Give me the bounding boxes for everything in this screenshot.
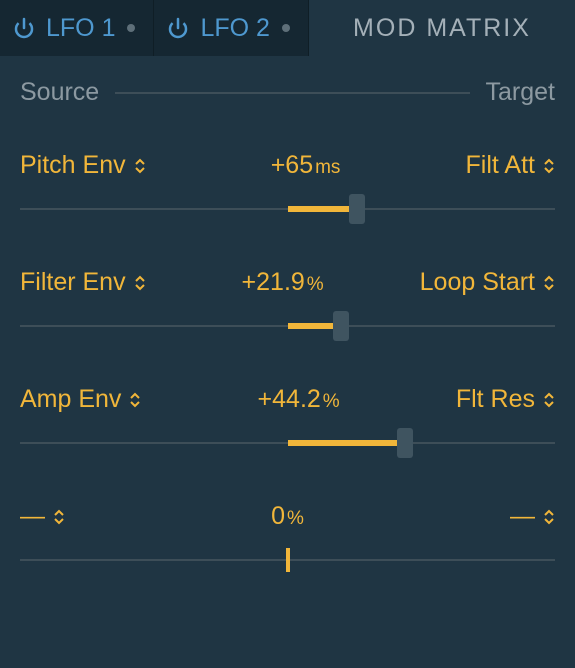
source-select[interactable]: — bbox=[20, 502, 65, 531]
stepper-icon bbox=[543, 392, 555, 408]
source-select[interactable]: Pitch Env bbox=[20, 151, 146, 180]
header-divider-line bbox=[115, 92, 469, 94]
slider-center-tick bbox=[286, 548, 290, 572]
mod-slot-top: Filter Env +21.9% Loop Start bbox=[20, 268, 555, 297]
stepper-icon bbox=[134, 275, 146, 291]
source-select-label: Pitch Env bbox=[20, 151, 126, 180]
amount-unit: ms bbox=[315, 157, 340, 178]
target-select-label: Flt Res bbox=[456, 385, 535, 414]
stepper-icon bbox=[543, 509, 555, 525]
target-select[interactable]: Filt Att bbox=[466, 151, 555, 180]
source-column-header: Source bbox=[20, 78, 99, 107]
slider-thumb[interactable] bbox=[333, 311, 349, 341]
amount-slider[interactable] bbox=[20, 545, 555, 575]
tab-lfo2[interactable]: LFO 2 bbox=[154, 0, 308, 56]
amount-readout[interactable]: +65ms bbox=[146, 151, 466, 180]
target-select[interactable]: — bbox=[510, 502, 555, 531]
amount-unit: % bbox=[307, 274, 324, 295]
source-select-label: Amp Env bbox=[20, 385, 121, 414]
activity-dot-icon bbox=[282, 24, 290, 32]
amount-value: +21.9 bbox=[242, 268, 305, 296]
tab-mod-matrix-label: MOD MATRIX bbox=[353, 14, 531, 43]
amount-unit: % bbox=[323, 391, 340, 412]
stepper-icon bbox=[543, 275, 555, 291]
target-select[interactable]: Loop Start bbox=[420, 268, 555, 297]
amount-value: +44.2 bbox=[258, 385, 321, 413]
column-header-row: Source Target bbox=[0, 56, 575, 107]
stepper-icon bbox=[53, 509, 65, 525]
stepper-icon bbox=[134, 158, 146, 174]
amount-slider[interactable] bbox=[20, 311, 555, 341]
amount-slider[interactable] bbox=[20, 194, 555, 224]
mod-slot-top: Pitch Env +65ms Filt Att bbox=[20, 151, 555, 180]
slider-fill bbox=[288, 206, 358, 212]
power-icon bbox=[166, 16, 190, 40]
tab-lfo2-label: LFO 2 bbox=[200, 14, 269, 43]
tab-mod-matrix[interactable]: MOD MATRIX bbox=[309, 0, 575, 56]
tab-lfo1-label: LFO 1 bbox=[46, 14, 115, 43]
source-select[interactable]: Amp Env bbox=[20, 385, 141, 414]
target-select-label: Filt Att bbox=[466, 151, 535, 180]
stepper-icon bbox=[543, 158, 555, 174]
amount-readout[interactable]: +21.9% bbox=[146, 268, 420, 297]
target-column-header: Target bbox=[486, 78, 555, 107]
mod-slot: Pitch Env +65ms Filt Att bbox=[20, 151, 555, 224]
tab-lfo1[interactable]: LFO 1 bbox=[0, 0, 154, 56]
power-icon bbox=[12, 16, 36, 40]
slider-thumb[interactable] bbox=[349, 194, 365, 224]
target-select-label: Loop Start bbox=[420, 268, 535, 297]
source-select-label: — bbox=[20, 502, 45, 531]
source-select[interactable]: Filter Env bbox=[20, 268, 146, 297]
mod-slot: Amp Env +44.2% Flt Res bbox=[20, 385, 555, 458]
slider-thumb[interactable] bbox=[397, 428, 413, 458]
slider-fill bbox=[288, 440, 406, 446]
mod-slot-top: — 0% — bbox=[20, 502, 555, 531]
mod-slot-top: Amp Env +44.2% Flt Res bbox=[20, 385, 555, 414]
activity-dot-icon bbox=[127, 24, 135, 32]
mod-slot: Filter Env +21.9% Loop Start bbox=[20, 268, 555, 341]
target-select[interactable]: Flt Res bbox=[456, 385, 555, 414]
amount-readout[interactable]: +44.2% bbox=[141, 385, 455, 414]
mod-slot: — 0% — bbox=[20, 502, 555, 575]
mod-slots: Pitch Env +65ms Filt Att bbox=[0, 151, 575, 575]
amount-unit: % bbox=[287, 508, 304, 529]
target-select-label: — bbox=[510, 502, 535, 531]
source-select-label: Filter Env bbox=[20, 268, 126, 297]
amount-value: +65 bbox=[271, 151, 313, 179]
amount-readout[interactable]: 0% bbox=[65, 502, 510, 531]
stepper-icon bbox=[129, 392, 141, 408]
tab-bar: LFO 1 LFO 2 MOD MATRIX bbox=[0, 0, 575, 56]
amount-value: 0 bbox=[271, 502, 285, 530]
amount-slider[interactable] bbox=[20, 428, 555, 458]
